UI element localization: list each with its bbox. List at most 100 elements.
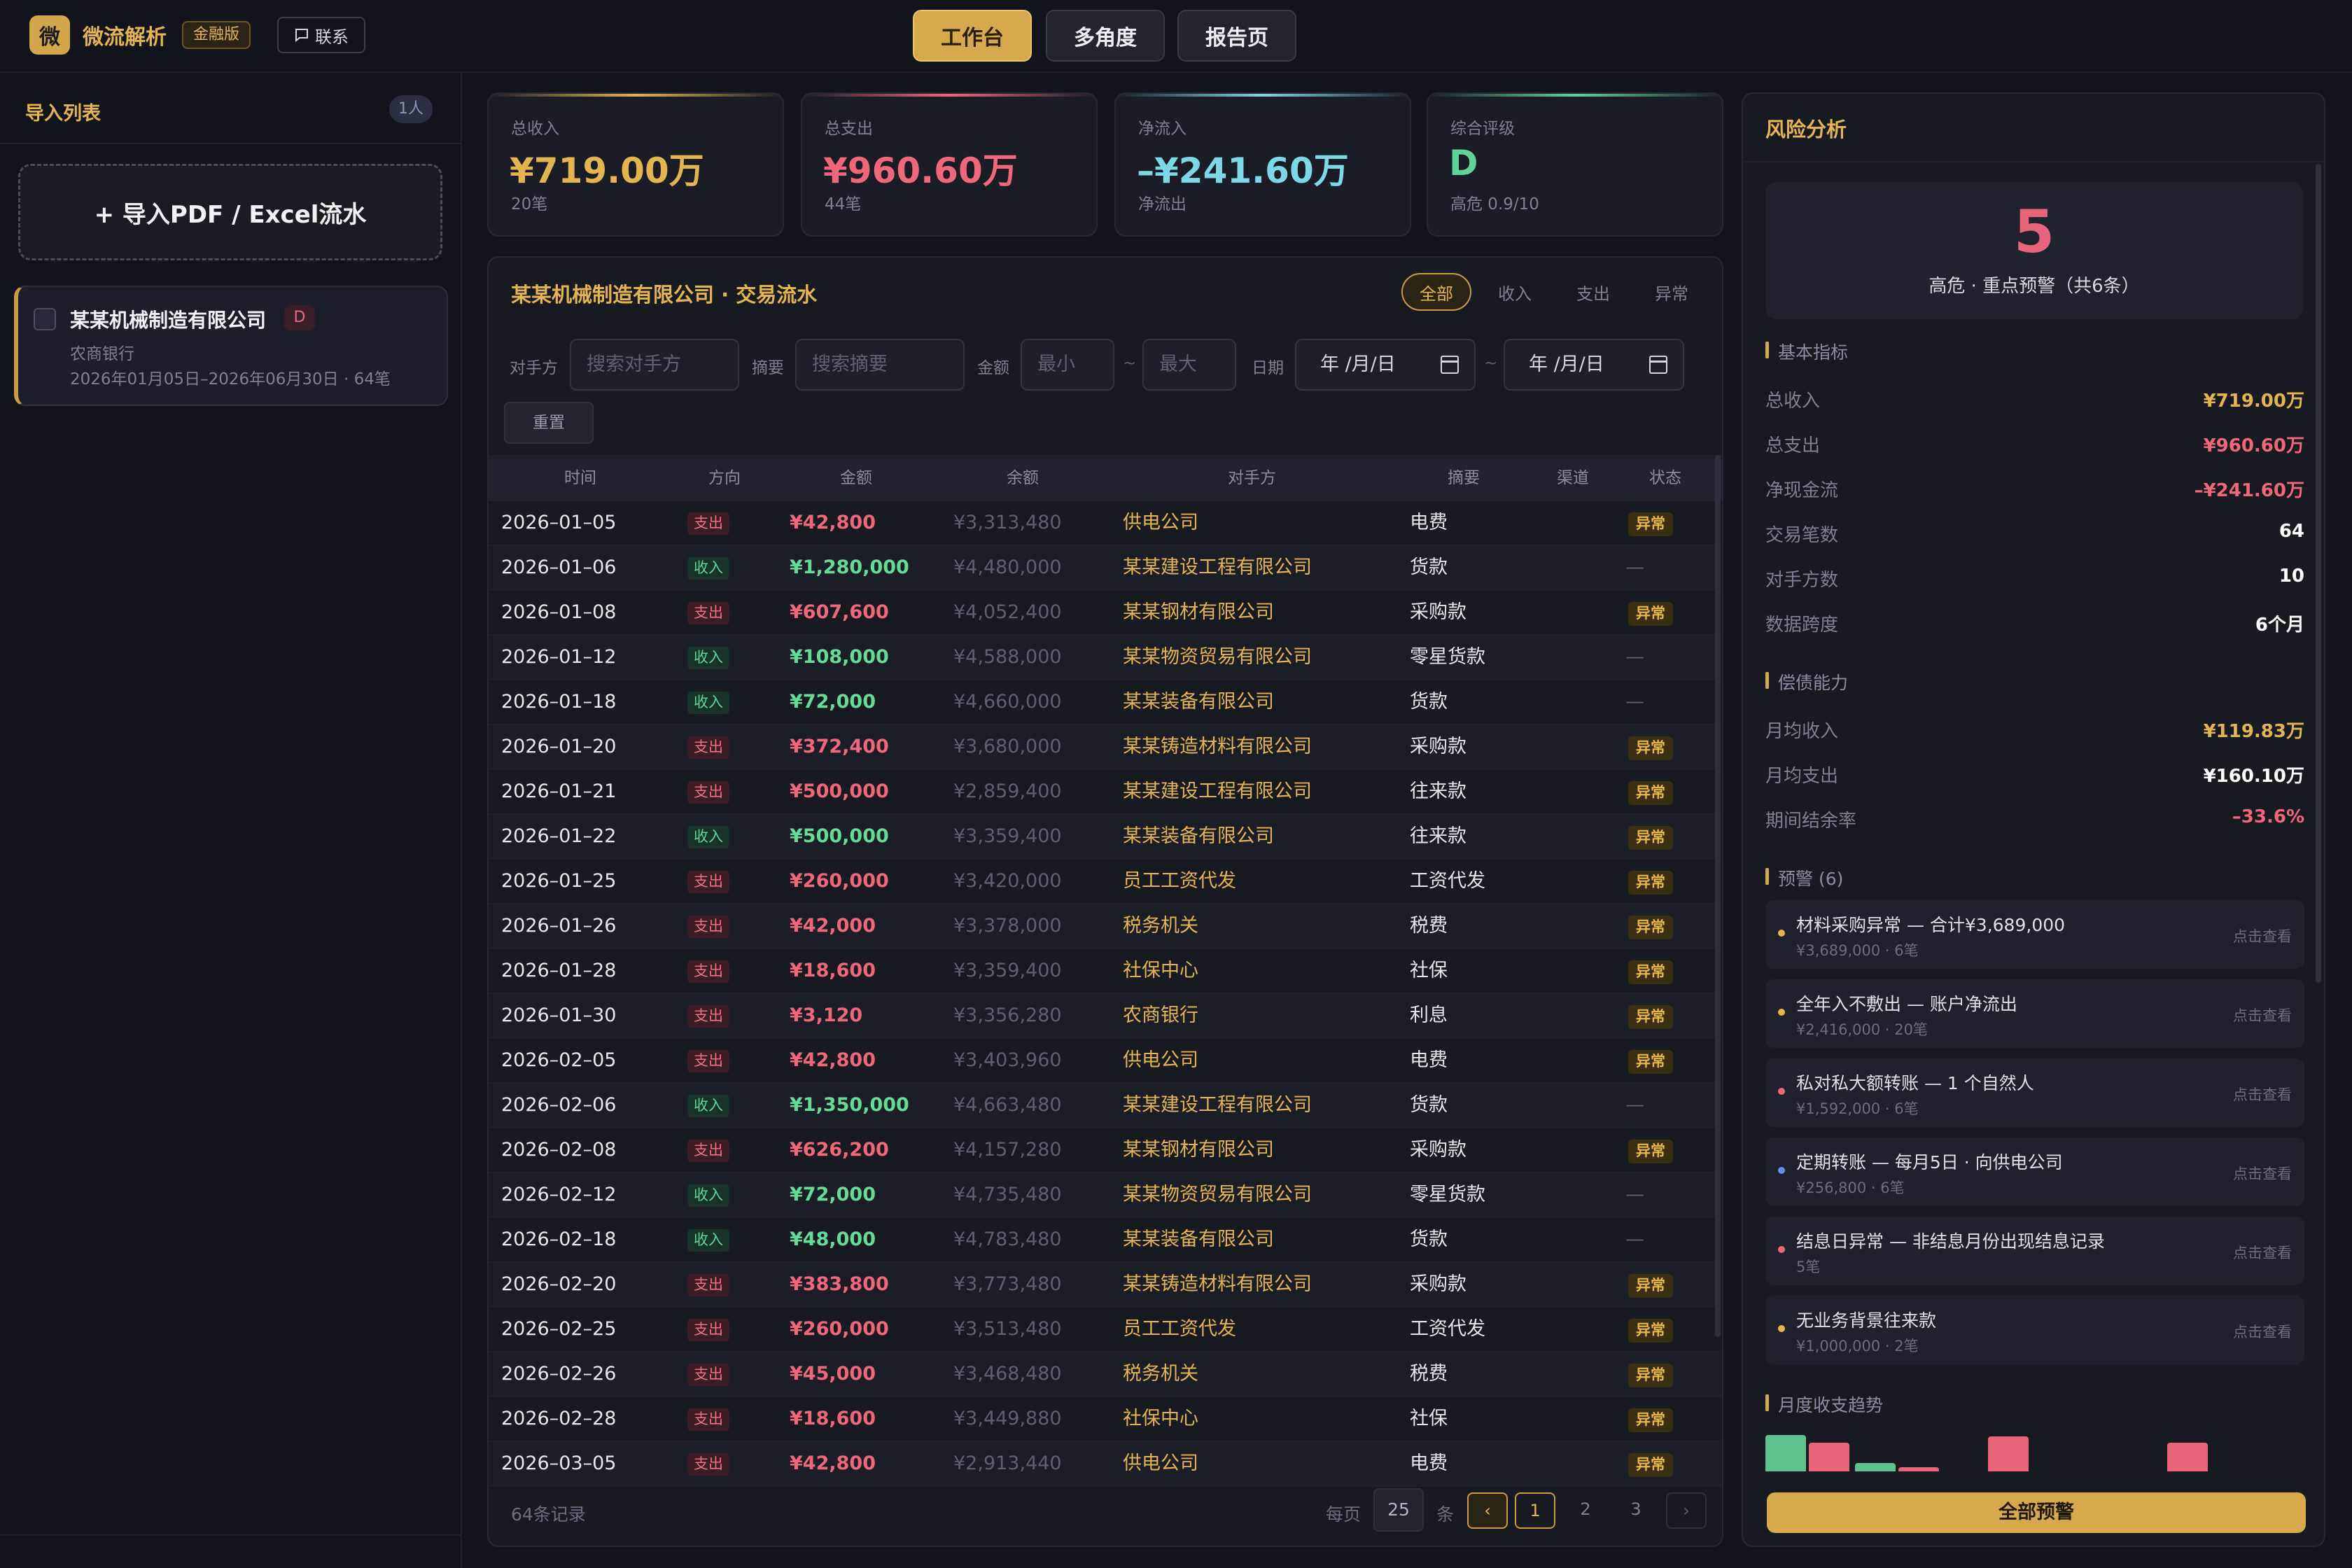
row-counterparty[interactable]: 某某建设工程有限公司 [1123, 1084, 1312, 1127]
status-abnormal-badge[interactable]: 异常 [1628, 960, 1673, 984]
filter-income[interactable]: 收入 [1480, 273, 1550, 311]
company-list-item[interactable]: 某某机械制造有限公司 D 农商银行 2026年01月05日–2026年06月30… [14, 286, 448, 406]
contact-button[interactable]: 联系 [277, 17, 365, 53]
row-counterparty[interactable]: 供电公司 [1123, 1442, 1198, 1485]
status-abnormal-badge[interactable]: 异常 [1628, 1364, 1673, 1387]
row-counterparty[interactable]: 某某物资贸易有限公司 [1123, 1173, 1312, 1217]
row-counterparty[interactable]: 某某装备有限公司 [1123, 815, 1274, 858]
all-alerts-button[interactable]: 全部预警 [1767, 1492, 2306, 1533]
tab-workbench[interactable]: 工作台 [913, 10, 1032, 62]
row-counterparty[interactable]: 社保中心 [1123, 1397, 1198, 1441]
status-abnormal-badge[interactable]: 异常 [1628, 1453, 1673, 1477]
amount-min-input[interactable]: 最小 [1021, 339, 1114, 391]
amount-max-input[interactable]: 最大 [1142, 339, 1236, 391]
status-abnormal-badge[interactable]: 异常 [1628, 826, 1673, 850]
table-row[interactable]: 2026–02–20 支出 ¥383,800 ¥3,773,480 某某铸造材料有限公司… [489, 1263, 1722, 1308]
table-row[interactable]: 2026–01–12 收入 ¥108,000 ¥4,588,000 某某物资贸易有限公司… [489, 636, 1722, 680]
status-abnormal-badge[interactable]: 异常 [1628, 1140, 1673, 1163]
row-counterparty[interactable]: 税务机关 [1123, 904, 1198, 948]
filter-all[interactable]: 全部 [1401, 273, 1471, 311]
alert-item[interactable]: 结息日异常 — 非结息月份出现结息记录 5笔 点击查看 [1765, 1217, 2304, 1285]
row-counterparty[interactable]: 供电公司 [1123, 501, 1198, 545]
row-counterparty[interactable]: 税务机关 [1123, 1352, 1198, 1396]
row-counterparty[interactable]: 某某装备有限公司 [1123, 1218, 1274, 1261]
page-3-button[interactable]: 3 [1616, 1492, 1656, 1529]
alert-item[interactable]: 无业务背景往来款 ¥1,000,000 · 2笔 点击查看 [1765, 1296, 2304, 1364]
row-counterparty[interactable]: 社保中心 [1123, 949, 1198, 993]
next-page-button[interactable]: › [1666, 1492, 1707, 1529]
table-scrollbar[interactable] [1715, 455, 1721, 1337]
table-row[interactable]: 2026–01–30 支出 ¥3,120 ¥3,356,280 农商银行 利息 异常 [489, 994, 1722, 1039]
page-1-button[interactable]: 1 [1515, 1492, 1555, 1529]
column-header[interactable]: 对手方 [1228, 455, 1276, 501]
table-row[interactable]: 2026–01–21 支出 ¥500,000 ¥2,859,400 某某建设工程有限公司… [489, 770, 1722, 815]
column-header[interactable]: 方向 [708, 455, 741, 501]
table-row[interactable]: 2026–02–18 收入 ¥48,000 ¥4,783,480 某某装备有限公司 货款 — [489, 1218, 1722, 1263]
alert-item[interactable]: 材料采购异常 — 合计¥3,689,000 ¥3,689,000 · 6笔 点击查看 [1765, 900, 2304, 969]
column-header[interactable]: 余额 [1007, 455, 1039, 501]
alert-view-link[interactable]: 点击查看 [2233, 1163, 2292, 1184]
alert-item[interactable]: 私对私大额转账 — 1 个自然人 ¥1,592,000 · 6笔 点击查看 [1765, 1058, 2304, 1127]
table-row[interactable]: 2026–01–08 支出 ¥607,600 ¥4,052,400 某某钢材有限公司 采购… [489, 591, 1722, 636]
filter-abnormal[interactable]: 异常 [1637, 273, 1707, 311]
row-counterparty[interactable]: 员工工资代发 [1123, 860, 1236, 903]
status-abnormal-badge[interactable]: 异常 [1628, 871, 1673, 895]
column-header[interactable]: 状态 [1649, 455, 1681, 501]
status-abnormal-badge[interactable]: 异常 [1628, 1050, 1673, 1074]
row-counterparty[interactable]: 某某铸造材料有限公司 [1123, 725, 1312, 769]
counterparty-search-input[interactable]: 搜索对手方 [570, 339, 739, 391]
row-counterparty[interactable]: 某某钢材有限公司 [1123, 1128, 1274, 1172]
column-header[interactable]: 摘要 [1448, 455, 1480, 501]
table-row[interactable]: 2026–02–25 支出 ¥260,000 ¥3,513,480 员工工资代发 工资代发… [489, 1308, 1722, 1352]
table-row[interactable]: 2026–02–06 收入 ¥1,350,000 ¥4,663,480 某某建设工程有限… [489, 1084, 1722, 1128]
import-file-button[interactable]: + 导入PDF / Excel流水 [18, 164, 442, 260]
status-abnormal-badge[interactable]: 异常 [1628, 916, 1673, 939]
column-header[interactable]: 时间 [564, 455, 596, 501]
date-to-input[interactable]: 年 /月/日 [1504, 339, 1684, 391]
memo-search-input[interactable]: 搜索摘要 [795, 339, 965, 391]
alert-view-link[interactable]: 点击查看 [2233, 1242, 2292, 1263]
per-page-select[interactable]: 25 [1373, 1488, 1424, 1532]
table-row[interactable]: 2026–01–20 支出 ¥372,400 ¥3,680,000 某某铸造材料有限公司… [489, 725, 1722, 770]
table-row[interactable]: 2026–02–28 支出 ¥18,600 ¥3,449,880 社保中心 社保 异常 [489, 1397, 1722, 1442]
alert-item[interactable]: 全年入不敷出 — 账户净流出 ¥2,416,000 · 20笔 点击查看 [1765, 979, 2304, 1048]
tab-report[interactable]: 报告页 [1177, 10, 1296, 62]
status-abnormal-badge[interactable]: 异常 [1628, 736, 1673, 760]
status-abnormal-badge[interactable]: 异常 [1628, 1274, 1673, 1298]
table-row[interactable]: 2026–01–25 支出 ¥260,000 ¥3,420,000 员工工资代发 工资代发… [489, 860, 1722, 904]
alert-item[interactable]: 定期转账 — 每月5日 · 向供电公司 ¥256,800 · 6笔 点击查看 [1765, 1138, 2304, 1206]
table-row[interactable]: 2026–01–22 收入 ¥500,000 ¥3,359,400 某某装备有限公司 往来… [489, 815, 1722, 860]
row-counterparty[interactable]: 某某建设工程有限公司 [1123, 770, 1312, 813]
row-counterparty[interactable]: 员工工资代发 [1123, 1308, 1236, 1351]
calendar-icon[interactable] [1441, 356, 1459, 374]
alert-view-link[interactable]: 点击查看 [2233, 925, 2292, 946]
row-counterparty[interactable]: 某某钢材有限公司 [1123, 591, 1274, 634]
table-row[interactable]: 2026–01–18 收入 ¥72,000 ¥4,660,000 某某装备有限公司 货款 — [489, 680, 1722, 725]
row-counterparty[interactable]: 农商银行 [1123, 994, 1198, 1037]
panel-scrollbar[interactable] [2316, 164, 2321, 983]
table-row[interactable]: 2026–03–05 支出 ¥42,800 ¥2,913,440 供电公司 电费 异常 [489, 1442, 1722, 1487]
alert-view-link[interactable]: 点击查看 [2233, 1084, 2292, 1105]
column-header[interactable]: 渠道 [1557, 455, 1589, 501]
row-counterparty[interactable]: 某某装备有限公司 [1123, 680, 1274, 724]
table-row[interactable]: 2026–02–08 支出 ¥626,200 ¥4,157,280 某某钢材有限公司 采购… [489, 1128, 1722, 1173]
table-row[interactable]: 2026–02–05 支出 ¥42,800 ¥3,403,960 供电公司 电费 异常 [489, 1039, 1722, 1084]
status-abnormal-badge[interactable]: 异常 [1628, 781, 1673, 805]
alert-view-link[interactable]: 点击查看 [2233, 1321, 2292, 1342]
status-abnormal-badge[interactable]: 异常 [1628, 1005, 1673, 1029]
table-row[interactable]: 2026–02–26 支出 ¥45,000 ¥3,468,480 税务机关 税费 异常 [489, 1352, 1722, 1397]
table-row[interactable]: 2026–01–26 支出 ¥42,000 ¥3,378,000 税务机关 税费 异常 [489, 904, 1722, 949]
table-row[interactable]: 2026–01–06 收入 ¥1,280,000 ¥4,480,000 某某建设工程有限… [489, 546, 1722, 591]
status-abnormal-badge[interactable]: 异常 [1628, 602, 1673, 626]
row-counterparty[interactable]: 某某物资贸易有限公司 [1123, 636, 1312, 679]
status-abnormal-badge[interactable]: 异常 [1628, 1319, 1673, 1343]
date-from-input[interactable]: 年 /月/日 [1295, 339, 1476, 391]
page-2-button[interactable]: 2 [1565, 1492, 1606, 1529]
calendar-icon[interactable] [1649, 356, 1667, 374]
row-counterparty[interactable]: 某某铸造材料有限公司 [1123, 1263, 1312, 1306]
table-row[interactable]: 2026–01–28 支出 ¥18,600 ¥3,359,400 社保中心 社保 异常 [489, 949, 1722, 994]
status-abnormal-badge[interactable]: 异常 [1628, 512, 1673, 536]
filter-expense[interactable]: 支出 [1558, 273, 1628, 311]
row-counterparty[interactable]: 供电公司 [1123, 1039, 1198, 1082]
reset-button[interactable]: 重置 [504, 402, 594, 444]
